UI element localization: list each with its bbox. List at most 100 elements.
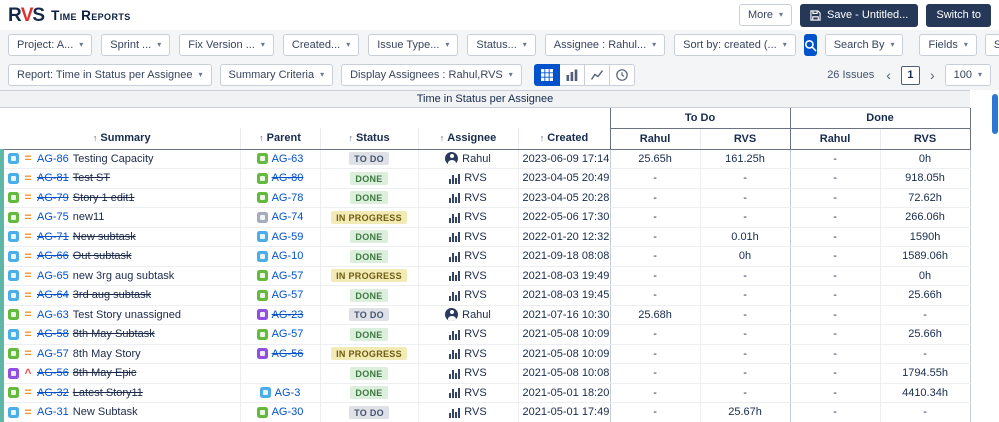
status-badge: IN PROGRESS xyxy=(331,347,407,361)
issue-key-link[interactable]: AG-79 xyxy=(37,192,69,204)
assignee-line: RVS xyxy=(423,367,514,379)
summary-criteria-dropdown[interactable]: Summary Criteria ▾ xyxy=(219,64,334,86)
column-header-created-4[interactable]: ↑ Created xyxy=(518,128,611,150)
line-chart-view-button[interactable] xyxy=(583,64,610,86)
vertical-scrollbar[interactable] xyxy=(992,94,998,134)
assignee-cell: RVS xyxy=(418,324,519,345)
issue-key-link[interactable]: AG-71 xyxy=(37,231,69,243)
column-header-summary-0[interactable]: ↑ Summary xyxy=(4,128,241,150)
group-header-row: To Do Done xyxy=(4,108,971,129)
parent-cell: AG-56 xyxy=(240,344,321,364)
prev-page-button[interactable]: ‹ xyxy=(884,68,893,82)
parent-key-link[interactable]: AG-10 xyxy=(272,250,304,262)
next-page-button[interactable]: › xyxy=(928,68,937,82)
task-issue-type-icon xyxy=(8,153,19,165)
summary-line: = AG-66 Out subtask xyxy=(8,250,236,262)
task-issue-type-icon xyxy=(8,406,19,418)
issue-key-link[interactable]: AG-75 xyxy=(37,211,69,223)
summary-line: = AG-31 New Subtask xyxy=(8,406,236,418)
issue-key-link[interactable]: AG-58 xyxy=(37,328,69,340)
value-cell: - xyxy=(700,324,791,345)
parent-cell: AG-63 xyxy=(240,149,321,169)
chevron-down-icon: ▾ xyxy=(198,70,203,79)
column-header-assignee-3[interactable]: ↑ Assignee xyxy=(418,128,519,150)
assignee-cell: RVS xyxy=(418,266,519,286)
issue-key-link[interactable]: AG-57 xyxy=(37,348,69,360)
switch-to-button[interactable]: Switch to xyxy=(926,3,991,27)
bar-chart-view-button[interactable] xyxy=(558,64,585,86)
search-by-dropdown[interactable]: Search By ▾ xyxy=(824,34,904,56)
filter-dropdown-6[interactable]: Status... ▾ xyxy=(467,34,536,56)
avatar-bar xyxy=(452,408,455,418)
parent-line: AG-56 xyxy=(245,348,316,360)
created-cell: 2021-05-01 17:49:10 xyxy=(518,402,611,422)
filter-dropdown-2[interactable]: Sprint ... ▾ xyxy=(101,34,171,56)
issue-key-link[interactable]: AG-56 xyxy=(37,367,69,379)
story-issue-type-icon xyxy=(256,328,268,340)
parent-key-link[interactable]: AG-57 xyxy=(272,289,304,301)
summary-line: = AG-79 Story 1 edit1 xyxy=(8,192,236,204)
issue-key-link[interactable]: AG-64 xyxy=(37,289,69,301)
issue-key-link[interactable]: AG-63 xyxy=(37,309,69,321)
topbar-actions: More ▾ Save - Untitled... Switch to xyxy=(738,3,991,27)
parent-key-link[interactable]: AG-57 xyxy=(272,270,304,282)
column-header-parent-1[interactable]: ↑ Parent xyxy=(240,128,321,150)
issue-summary: Test Story unassigned xyxy=(72,308,182,321)
parent-key-link[interactable]: AG-23 xyxy=(272,309,304,321)
issue-key-link[interactable]: AG-66 xyxy=(37,250,69,262)
chevron-down-icon: ▾ xyxy=(652,40,657,49)
statuses-dropdown[interactable]: Statuses ▾ xyxy=(984,34,999,56)
table-view-button[interactable] xyxy=(533,64,560,86)
parent-cell: AG-57 xyxy=(240,266,321,286)
parent-key-link[interactable]: AG-80 xyxy=(272,172,304,184)
filter-dropdown-3[interactable]: Fix Version ... ▾ xyxy=(179,34,274,56)
current-page[interactable]: 1 xyxy=(900,65,920,85)
created-cell: 2021-09-18 08:08:04 xyxy=(518,246,611,267)
column-header-status-2[interactable]: ↑ Status xyxy=(320,128,419,150)
display-assignees-dropdown[interactable]: Display Assignees : Rahul,RVS ▾ xyxy=(341,64,522,86)
issue-key-link[interactable]: AG-86 xyxy=(37,153,69,165)
search-button[interactable] xyxy=(803,34,817,56)
assignee-name: Rahul xyxy=(462,152,491,165)
filter-dropdown-8[interactable]: Sort by: created (... ▾ xyxy=(674,34,796,56)
created-cell: 2022-05-06 17:30:48 xyxy=(518,207,611,228)
column-header-label: Summary xyxy=(100,132,151,145)
fields-dropdown[interactable]: Fields ▾ xyxy=(919,34,977,56)
summary-cell: = AG-58 8th May Subtask xyxy=(4,324,241,345)
filter-dropdown-5[interactable]: Issue Type... ▾ xyxy=(368,34,459,56)
issue-row: = AG-64 3rd aug subtask AG-57 DONE RVS 2021-08… xyxy=(4,285,971,306)
task-issue-type-icon xyxy=(8,231,19,243)
parent-key-link[interactable]: AG-74 xyxy=(272,211,304,223)
issue-key-link[interactable]: AG-31 xyxy=(37,406,69,418)
display-assignees-label: Display Assignees : Rahul,RVS xyxy=(350,69,503,81)
parent-key-link[interactable]: AG-56 xyxy=(272,348,304,360)
parent-key-link[interactable]: AG-78 xyxy=(272,192,304,204)
report-content: Time in Status per Assignee To Do Done ↑ S… xyxy=(0,90,999,422)
table-title: Time in Status per Assignee xyxy=(0,90,970,108)
logo-letter-v: V xyxy=(20,4,34,26)
parent-key-link[interactable]: AG-63 xyxy=(272,153,304,165)
rvs-avatar xyxy=(449,212,461,223)
filter-dropdown-4[interactable]: Created... ▾ xyxy=(282,34,360,56)
parent-key-link[interactable]: AG-3 xyxy=(275,387,301,399)
column-header-label: RVS xyxy=(913,132,937,145)
filter-dropdown-7[interactable]: Assignee : Rahul... ▾ xyxy=(544,34,666,56)
filter-dropdown-1[interactable]: Project: A... ▾ xyxy=(8,34,93,56)
avatar-bar xyxy=(455,236,458,243)
page-size-dropdown[interactable]: 100 ▾ xyxy=(944,64,991,86)
issue-key-link[interactable]: AG-32 xyxy=(37,387,69,399)
issue-key-link[interactable]: AG-81 xyxy=(37,172,69,184)
more-button[interactable]: More ▾ xyxy=(738,4,793,26)
clock-view-button[interactable] xyxy=(608,64,635,86)
issue-table-body: = AG-86 Testing Capacity AG-63 TO DO Rahul 202… xyxy=(4,149,971,422)
parent-key-link[interactable]: AG-57 xyxy=(272,328,304,340)
parent-key-link[interactable]: AG-30 xyxy=(272,406,304,418)
issue-summary: Latest Story11 xyxy=(72,386,143,399)
column-header-rahul-7: Rahul xyxy=(790,128,881,150)
story-issue-type-icon xyxy=(256,172,268,184)
value-cell: 25.67h xyxy=(700,402,791,422)
save-button[interactable]: Save - Untitled... xyxy=(800,3,919,27)
issue-key-link[interactable]: AG-65 xyxy=(37,270,69,282)
parent-key-link[interactable]: AG-59 xyxy=(272,231,304,243)
report-dropdown[interactable]: Report: Time in Status per Assignee ▾ xyxy=(8,64,212,86)
